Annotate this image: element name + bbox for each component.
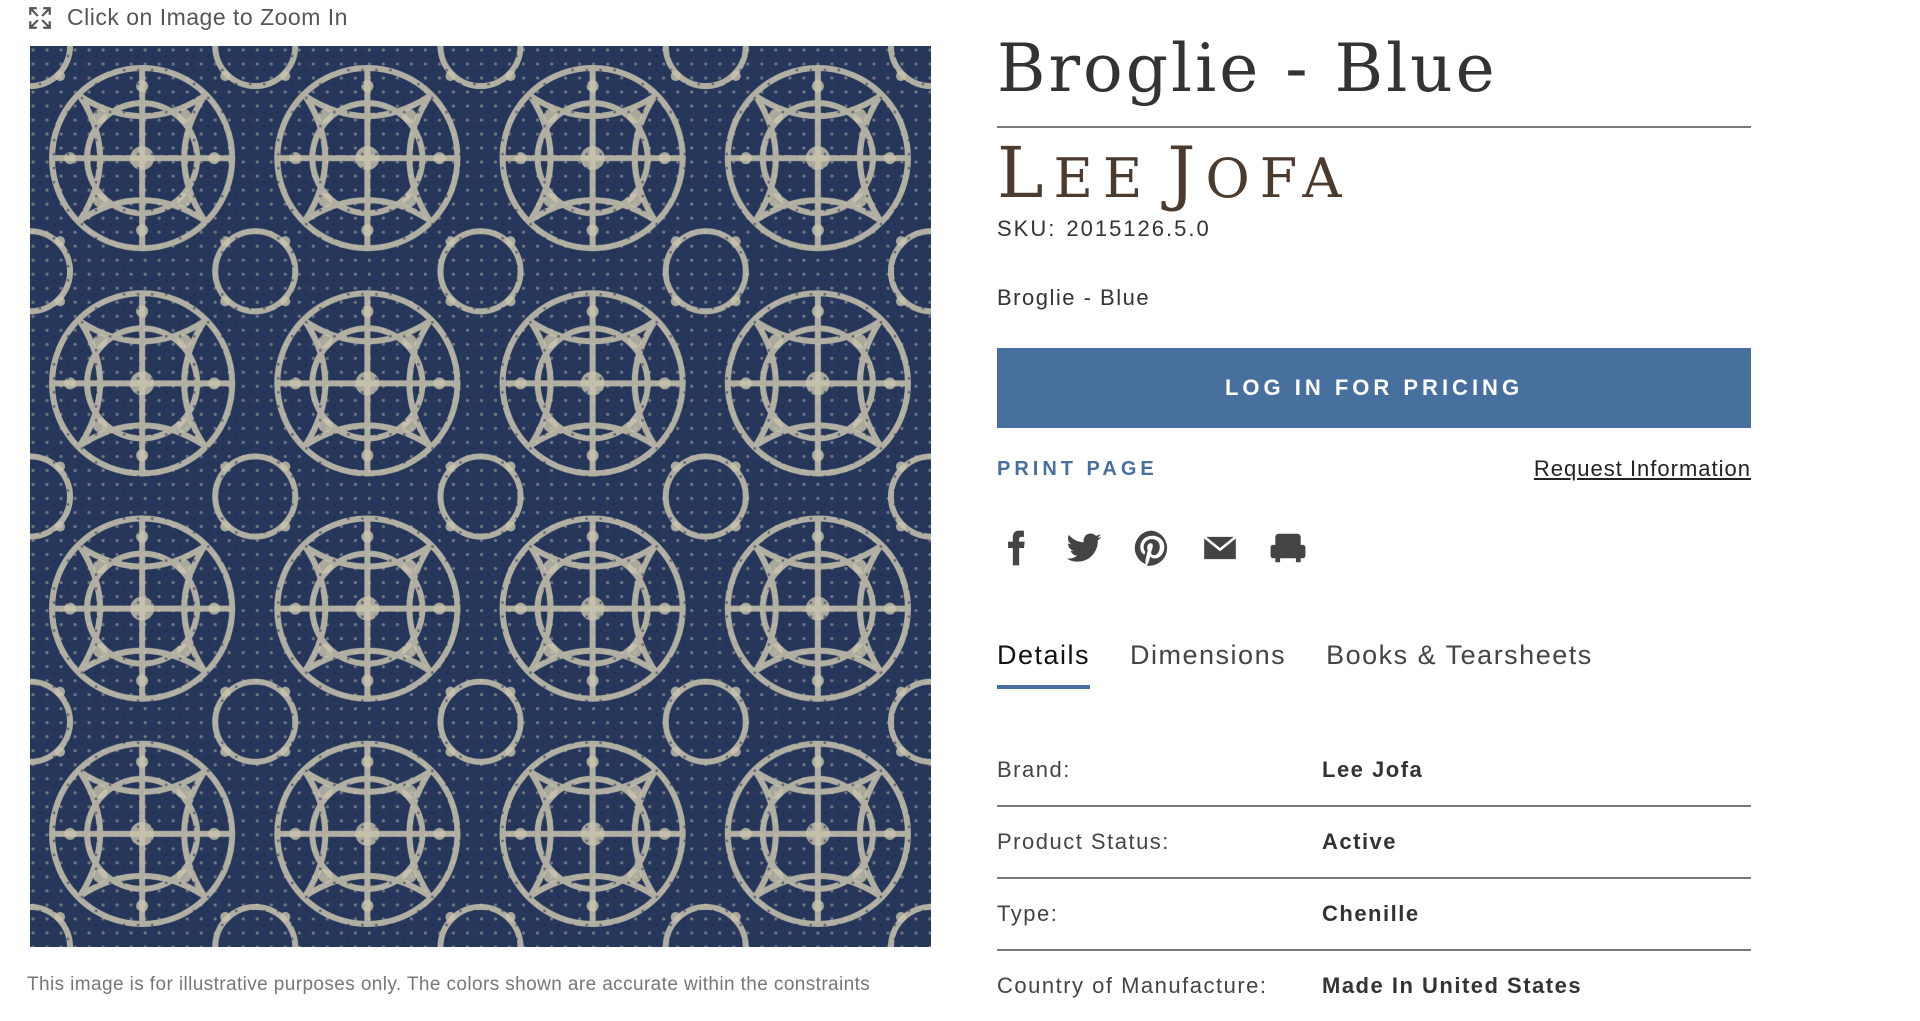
detail-key: Country of Manufacture: (997, 973, 1268, 998)
detail-value: Made In United States (1322, 973, 1583, 998)
brand-logo-initial: L (997, 132, 1054, 214)
detail-value: Active (1322, 829, 1398, 854)
sku-value: 2015126.5.0 (1066, 216, 1211, 241)
detail-key: Product Status: (997, 829, 1170, 854)
detail-key: Type: (997, 901, 1059, 926)
twitter-icon[interactable] (1065, 526, 1103, 570)
detail-key: Brand: (997, 757, 1071, 782)
title-divider (997, 126, 1751, 128)
facebook-icon[interactable] (997, 526, 1035, 570)
email-icon[interactable] (1201, 526, 1239, 570)
product-tabs: Details Dimensions Books & Tearsheets (997, 640, 1593, 689)
details-table: Brand: Lee Jofa Product Status: Active T… (997, 735, 1751, 1021)
product-subtitle: Broglie - Blue (997, 285, 1151, 310)
product-image[interactable] (30, 46, 931, 947)
brand-logo[interactable]: LEE JOFA (997, 132, 1352, 214)
zoom-hint-label: Click on Image to Zoom In (67, 4, 348, 30)
detail-value: Lee Jofa (1322, 757, 1424, 782)
pinterest-icon[interactable] (1133, 526, 1171, 570)
print-page-link[interactable]: PRINT PAGE (997, 458, 1158, 481)
tab-books-tearsheets[interactable]: Books & Tearsheets (1326, 640, 1593, 689)
detail-value: Chenille (1322, 901, 1420, 926)
sample-chair-icon[interactable] (1269, 526, 1307, 570)
request-information-link[interactable]: Request Information (1534, 456, 1751, 482)
detail-row: Brand: Lee Jofa (997, 735, 1751, 807)
tab-dimensions[interactable]: Dimensions (1130, 640, 1286, 689)
detail-row: Type: Chenille (997, 879, 1751, 951)
product-title: Broglie - Blue (997, 30, 1498, 107)
image-disclaimer: This image is for illustrative purposes … (27, 974, 871, 995)
brand-logo-initial: J (1167, 132, 1206, 214)
zoom-hint[interactable]: Click on Image to Zoom In (27, 4, 348, 31)
login-for-pricing-button[interactable]: LOG IN FOR PRICING (997, 348, 1751, 428)
detail-row: Country of Manufacture: Made In United S… (997, 951, 1751, 1021)
sku: SKU: 2015126.5.0 (997, 216, 1211, 242)
brand-logo-text: EE (1053, 147, 1153, 210)
fabric-pattern (30, 46, 931, 947)
tab-details[interactable]: Details (997, 640, 1091, 689)
social-share (997, 526, 1307, 570)
brand-logo-text: OFA (1205, 147, 1352, 210)
expand-icon (29, 6, 51, 29)
detail-row: Product Status: Active (997, 807, 1751, 879)
sku-label: SKU: (997, 216, 1057, 241)
